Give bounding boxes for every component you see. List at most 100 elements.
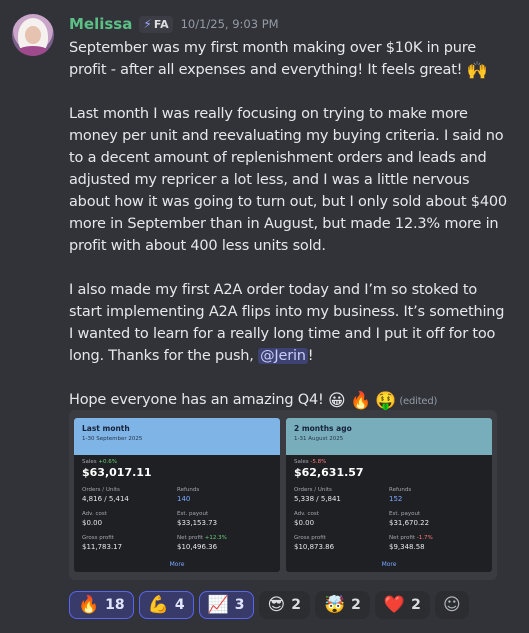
card-subtitle: 1-30 September 2025 (82, 436, 143, 442)
user-mention[interactable]: @Jerin (258, 348, 308, 364)
sales-label: Sales -5.8% (294, 459, 484, 465)
message-header: Melissa ⚡ FA 10/1/25, 9:03 PM (69, 14, 279, 34)
card-header: Last month 1-30 September 2025 (74, 418, 280, 455)
edited-label: (edited) (399, 396, 438, 407)
sales-label-text: Sales (82, 459, 97, 465)
stat-value: $11,783.17 (82, 543, 123, 551)
stats-card-last-month: Last month 1-30 September 2025 Sales +0.… (74, 418, 280, 572)
card-body: Sales -5.8% $62,631.57 Orders / Units 5,3… (286, 455, 492, 551)
stat-value: $31,670.22 (389, 519, 430, 527)
stat-refunds: Refunds 152 (389, 487, 484, 503)
flexed-biceps-emoji: 💪 (147, 595, 169, 615)
stat-value: $9,348.58 (389, 543, 425, 551)
stats-row: Gross profit $11,783.17 Net profit +12.3%… (82, 535, 272, 551)
sales-value: $63,017.11 (82, 466, 152, 479)
stat-value: $33,153.73 (177, 519, 218, 527)
more-link[interactable]: More (286, 561, 492, 568)
stat-value: 4,816 / 5,414 (82, 495, 129, 503)
sales-value: $62,631.57 (294, 466, 364, 479)
stat-orders: Orders / Units 5,338 / 5,841 (294, 487, 389, 503)
stat-gross-profit: Gross profit $11,783.17 (82, 535, 177, 551)
lightning-bolt-icon: ⚡ (143, 17, 152, 31)
stat-label: Est. payout (177, 511, 209, 517)
stat-value: $10,496.36 (177, 543, 218, 551)
sales-change: +0.6% (98, 459, 117, 465)
stat-value: $10,873.86 (294, 543, 335, 551)
avatar-shirt (16, 46, 50, 56)
fire-emoji: 🔥 (349, 391, 371, 411)
reaction-fire[interactable]: 🔥 18 (69, 591, 134, 619)
reaction-sunglasses[interactable]: 😎 2 (258, 591, 310, 619)
stat-est-payout: Est. payout $31,670.22 (389, 511, 484, 527)
card-body: Sales +0.6% $63,017.11 Orders / Units 4,8… (74, 455, 280, 551)
message-paragraph-3: I also made my first A2A order today and… (69, 279, 509, 367)
stat-value: 152 (389, 495, 403, 503)
server-tag[interactable]: ⚡ FA (139, 15, 173, 33)
add-reaction-button[interactable]: ☺ (434, 591, 469, 619)
paragraph-text: Hope everyone has an amazing Q4! (69, 392, 328, 408)
stat-label: Refunds (177, 487, 200, 493)
message-content: September was my first month making over… (69, 37, 509, 413)
chart-increasing-emoji: 📈 (207, 595, 229, 615)
stat-value: 140 (177, 495, 191, 503)
username[interactable]: Melissa (69, 15, 132, 33)
reaction-count: 3 (234, 597, 245, 613)
stats-row: Orders / Units 4,816 / 5,414 Refunds 140 (82, 487, 272, 503)
avatar-face (25, 26, 41, 44)
raising-hands-emoji: 🙌 (466, 61, 488, 81)
net-change: -1.7% (416, 535, 433, 541)
stats-row: Gross profit $10,873.86 Net profit -1.7% $… (294, 535, 484, 551)
reaction-exploding-head[interactable]: 🤯 2 (314, 591, 370, 619)
stat-gross-profit: Gross profit $10,873.86 (294, 535, 389, 551)
stat-value: $0.00 (294, 519, 315, 527)
reaction-count: 2 (291, 597, 301, 613)
stat-net-profit: Net profit +12.3% $10,496.36 (177, 535, 272, 551)
reaction-count: 18 (105, 597, 125, 613)
message-paragraph-1: September was my first month making over… (69, 37, 509, 81)
reaction-flexed-biceps[interactable]: 💪 4 (138, 591, 194, 619)
reaction-chart-increasing[interactable]: 📈 3 (198, 591, 254, 619)
stat-adv-cost: Adv. cost $0.00 (82, 511, 177, 527)
stat-label: Gross profit (294, 535, 326, 541)
reaction-heart[interactable]: ❤️ 2 (374, 591, 430, 619)
stat-label: Net profit +12.3% (177, 535, 272, 541)
stat-label: Orders / Units (82, 487, 120, 493)
sales-change: -5.8% (310, 459, 327, 465)
reaction-count: 2 (411, 597, 421, 613)
stat-orders: Orders / Units 4,816 / 5,414 (82, 487, 177, 503)
fire-emoji: 🔥 (78, 595, 100, 615)
stat-adv-cost: Adv. cost $0.00 (294, 511, 389, 527)
card-title: 2 months ago (294, 424, 352, 433)
sunglasses-emoji: 😎 (267, 595, 286, 615)
smiley-icon: ☺ (442, 595, 461, 615)
timestamp[interactable]: 10/1/25, 9:03 PM (181, 17, 279, 31)
image-attachment[interactable]: Last month 1-30 September 2025 Sales +0.… (69, 410, 497, 580)
stat-label: Adv. cost (82, 511, 107, 517)
stat-label-text: Net profit (389, 535, 416, 541)
paragraph-text: ! (307, 348, 314, 364)
card-header: 2 months ago 1-31 August 2025 (286, 418, 492, 455)
card-title: Last month (82, 424, 130, 433)
money-mouth-emoji: 🤑 (375, 391, 397, 411)
stat-label: Refunds (389, 487, 412, 493)
server-tag-label: FA (153, 17, 169, 31)
stat-value: 5,338 / 5,841 (294, 495, 341, 503)
stats-row: Adv. cost $0.00 Est. payout $31,670.22 (294, 511, 484, 527)
stat-label-text: Net profit (177, 535, 204, 541)
avatar[interactable] (12, 14, 54, 56)
stat-label: Est. payout (389, 511, 421, 517)
stat-label: Net profit -1.7% (389, 535, 484, 541)
message-paragraph-2: Last month I was really focusing on tryi… (69, 106, 507, 254)
stat-value: $0.00 (82, 519, 103, 527)
more-link[interactable]: More (74, 561, 280, 568)
stat-net-profit: Net profit -1.7% $9,348.58 (389, 535, 484, 551)
stats-card-two-months-ago: 2 months ago 1-31 August 2025 Sales -5.8… (286, 418, 492, 572)
stat-label: Adv. cost (294, 511, 319, 517)
card-subtitle: 1-31 August 2025 (294, 436, 344, 442)
stats-row: Orders / Units 5,338 / 5,841 Refunds 152 (294, 487, 484, 503)
red-heart-emoji: ❤️ (383, 595, 406, 615)
stat-label: Orders / Units (294, 487, 332, 493)
stat-refunds: Refunds 140 (177, 487, 272, 503)
reaction-count: 2 (351, 597, 361, 613)
exploding-head-emoji: 🤯 (323, 595, 346, 615)
